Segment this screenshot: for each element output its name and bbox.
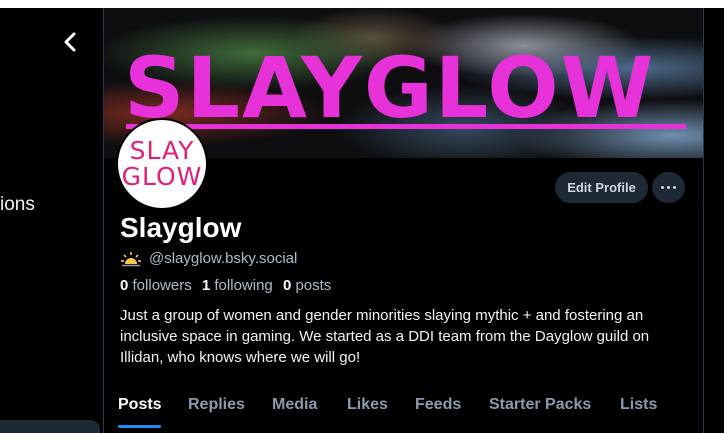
avatar[interactable]: SLAY GLOW	[116, 118, 208, 210]
tab-likes[interactable]: Likes	[347, 396, 388, 414]
posts-stat: 0 posts	[283, 277, 331, 294]
sidebar-bottom-panel	[0, 420, 100, 433]
profile-handle: @slayglow.bsky.social	[149, 250, 298, 267]
chevron-left-icon	[64, 32, 76, 52]
following-link[interactable]: 1 following	[202, 277, 273, 294]
followers-link[interactable]: 0 followers	[120, 277, 192, 294]
handle-row: @slayglow.bsky.social	[121, 250, 297, 267]
profile-stats: 0 followers 1 following 0 posts	[120, 277, 331, 294]
posts-label: posts	[295, 277, 332, 294]
avatar-text-line1: SLAY	[129, 135, 195, 165]
ellipsis-icon	[660, 186, 678, 189]
left-sidebar	[0, 8, 103, 433]
top-edge	[0, 0, 724, 8]
sidebar-item-partial[interactable]: ions	[0, 194, 35, 216]
profile-bio: Just a group of women and gender minorit…	[120, 307, 650, 366]
banner-title: SLAYGLOW	[124, 39, 656, 137]
avatar-text-line2: GLOW	[121, 162, 203, 191]
tab-lists[interactable]: Lists	[620, 396, 657, 414]
profile-display-name: Slayglow	[120, 212, 242, 243]
more-options-button[interactable]	[652, 172, 685, 203]
right-gutter	[704, 8, 724, 433]
sun-icon	[121, 251, 141, 266]
edit-profile-button[interactable]: Edit Profile	[555, 172, 648, 203]
posts-count: 0	[282, 277, 292, 294]
back-button[interactable]	[56, 28, 84, 56]
followers-count: 0	[120, 277, 129, 294]
banner-underline	[126, 124, 686, 129]
followers-label: followers	[132, 277, 192, 294]
tab-starter-packs[interactable]: Starter Packs	[489, 396, 591, 414]
following-label: following	[214, 277, 273, 294]
tab-media[interactable]: Media	[272, 396, 317, 414]
active-tab-indicator	[118, 425, 161, 428]
tab-posts[interactable]: Posts	[118, 396, 162, 414]
profile-tabs: Posts Replies Media Likes Feeds Starter …	[104, 386, 703, 433]
following-count: 1	[201, 277, 211, 294]
tab-replies[interactable]: Replies	[188, 396, 245, 414]
tab-feeds[interactable]: Feeds	[415, 396, 461, 414]
